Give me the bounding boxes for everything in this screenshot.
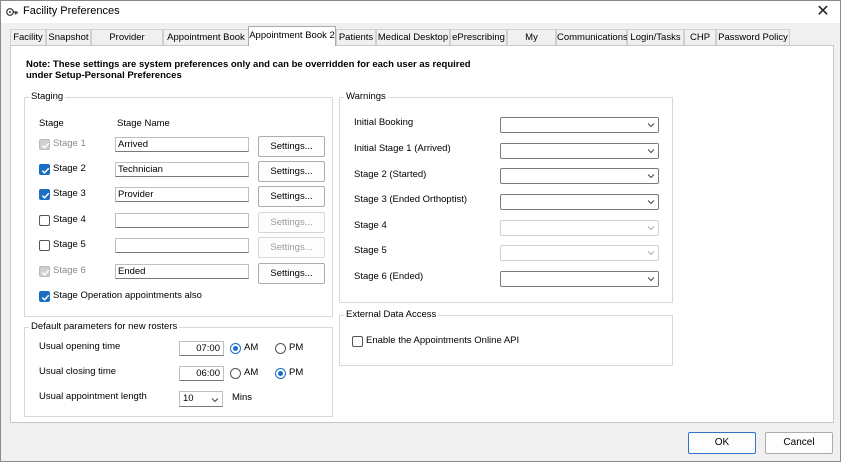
- warning-stage-2-label: Stage 2 (Started): [354, 169, 427, 180]
- appointment-length-select[interactable]: 10: [179, 391, 223, 407]
- stage-1-settings-button[interactable]: Settings...: [258, 136, 325, 157]
- stage-6-checkbox[interactable]: [39, 266, 50, 277]
- title-bar: Facility Preferences ✕: [1, 1, 840, 23]
- warning-stage-3-select[interactable]: [500, 194, 659, 210]
- external-data-title: External Data Access: [344, 309, 439, 320]
- stage-3-name-input[interactable]: Provider: [115, 187, 249, 202]
- tab-communications[interactable]: Communications: [556, 29, 628, 45]
- stage-3-checkbox[interactable]: [39, 189, 50, 200]
- stage-5-name-input[interactable]: [115, 238, 249, 253]
- chevron-down-icon: [647, 251, 655, 256]
- chevron-down-icon: [211, 398, 219, 403]
- window-title: Facility Preferences: [23, 5, 120, 17]
- tab-chp[interactable]: CHP: [684, 29, 716, 45]
- appointments-api-label: Enable the Appointments Online API: [366, 335, 520, 346]
- warning-stage-6-label: Stage 6 (Ended): [354, 271, 424, 282]
- chevron-down-icon: [647, 200, 655, 205]
- defaults-title: Default parameters for new rosters: [29, 321, 180, 332]
- stage-5-settings-button[interactable]: Settings...: [258, 237, 325, 258]
- warning-stage-4-select[interactable]: [500, 220, 659, 236]
- warning-initial-stage-1-label: Initial Stage 1 (Arrived): [354, 143, 451, 154]
- opening-am-radio[interactable]: [230, 343, 241, 354]
- staging-title: Staging: [29, 91, 66, 102]
- closing-am-radio[interactable]: [230, 368, 241, 379]
- chevron-down-icon: [647, 277, 655, 282]
- warning-stage-5-select[interactable]: [500, 245, 659, 261]
- chevron-down-icon: [647, 149, 655, 154]
- tab-eprescribing[interactable]: ePrescribing: [450, 29, 507, 45]
- stage-2-label: Stage 2: [53, 163, 86, 174]
- stage-2-name-input[interactable]: Technician: [115, 162, 249, 177]
- warning-stage-3-label: Stage 3 (Ended Orthoptist): [354, 194, 468, 205]
- warnings-title: Warnings: [344, 91, 388, 102]
- opening-am-label: AM: [244, 342, 259, 353]
- tab-provider-options[interactable]: Provider Options: [91, 29, 163, 58]
- closing-time-input[interactable]: 06:00: [179, 366, 224, 381]
- defaults-group: Default parameters for new rosters Usual…: [24, 321, 333, 417]
- note-text: Note: These settings are system preferen…: [26, 59, 471, 81]
- close-icon[interactable]: ✕: [808, 1, 838, 23]
- closing-pm-label: PM: [289, 367, 304, 378]
- stage-5-label: Stage 5: [53, 239, 86, 250]
- closing-time-label: Usual closing time: [39, 366, 117, 377]
- stage-3-settings-button[interactable]: Settings...: [258, 186, 325, 207]
- stage-6-label: Stage 6: [53, 265, 86, 276]
- stage-1-label: Stage 1: [53, 138, 86, 149]
- cancel-button[interactable]: Cancel: [765, 432, 833, 454]
- chevron-down-icon: [647, 123, 655, 128]
- stage-5-checkbox[interactable]: [39, 240, 50, 251]
- chevron-down-icon: [647, 226, 655, 231]
- tab-facility[interactable]: Facility: [10, 29, 46, 45]
- warning-stage-5-label: Stage 5: [354, 245, 387, 256]
- warning-stage-2-select[interactable]: [500, 168, 659, 184]
- stage-4-name-input[interactable]: [115, 213, 249, 228]
- opening-time-label: Usual opening time: [39, 341, 121, 352]
- col-stage-name-header: Stage Name: [117, 118, 170, 129]
- stage-4-checkbox[interactable]: [39, 215, 50, 226]
- closing-pm-radio[interactable]: [275, 368, 286, 379]
- warning-initial-stage-1-select[interactable]: [500, 143, 659, 159]
- appointment-length-label: Usual appointment length: [39, 391, 147, 402]
- staging-group: Staging Stage Stage Name Stage 1 Arrived…: [24, 91, 333, 317]
- stage-4-settings-button[interactable]: Settings...: [258, 212, 325, 233]
- stage-2-settings-button[interactable]: Settings...: [258, 161, 325, 182]
- opening-pm-radio[interactable]: [275, 343, 286, 354]
- appointments-api-checkbox[interactable]: [352, 336, 363, 347]
- stage-operation-label: Stage Operation appointments also: [53, 290, 202, 301]
- tab-medical-desktop[interactable]: Medical Desktop: [376, 29, 450, 45]
- warnings-group: Warnings Initial Booking Initial Stage 1…: [339, 91, 673, 303]
- opening-pm-label: PM: [289, 342, 304, 353]
- col-stage-header: Stage: [39, 118, 64, 129]
- stage-4-label: Stage 4: [53, 214, 86, 225]
- appointment-length-unit: Mins: [232, 392, 253, 403]
- tab-appointment-book-2[interactable]: Appointment Book 2: [248, 26, 336, 46]
- stage-3-label: Stage 3: [53, 188, 86, 199]
- warning-initial-booking-label: Initial Booking: [354, 117, 414, 128]
- warning-initial-booking-select[interactable]: [500, 117, 659, 133]
- stage-6-name-input[interactable]: Ended: [115, 264, 249, 279]
- tab-my-comms[interactable]: My Comms: [507, 29, 556, 58]
- app-icon: [6, 8, 18, 16]
- tab-login-tasks[interactable]: Login/Tasks: [627, 29, 684, 45]
- tab-appointment-book-1[interactable]: Appointment Book 1: [163, 29, 249, 58]
- warning-stage-6-select[interactable]: [500, 271, 659, 287]
- tab-password-policy[interactable]: Password Policy: [716, 29, 790, 45]
- warning-stage-4-label: Stage 4: [354, 220, 387, 231]
- appointment-length-value: 10: [183, 393, 194, 404]
- closing-am-label: AM: [244, 367, 259, 378]
- appointment-book-2-page: Note: These settings are system preferen…: [10, 45, 834, 423]
- stage-1-name-input[interactable]: Arrived: [115, 137, 249, 152]
- stage-1-checkbox[interactable]: [39, 139, 50, 150]
- tab-snapshot[interactable]: Snapshot: [46, 29, 91, 45]
- opening-time-input[interactable]: 07:00: [179, 341, 224, 356]
- external-data-group: External Data Access Enable the Appointm…: [339, 309, 673, 366]
- stage-operation-checkbox[interactable]: [39, 291, 50, 302]
- chevron-down-icon: [647, 174, 655, 179]
- ok-button[interactable]: OK: [688, 432, 756, 454]
- facility-preferences-window: Facility Preferences ✕ Facility Snapshot…: [0, 0, 841, 462]
- stage-2-checkbox[interactable]: [39, 164, 50, 175]
- stage-6-settings-button[interactable]: Settings...: [258, 263, 325, 284]
- tab-patients[interactable]: Patients: [336, 29, 376, 45]
